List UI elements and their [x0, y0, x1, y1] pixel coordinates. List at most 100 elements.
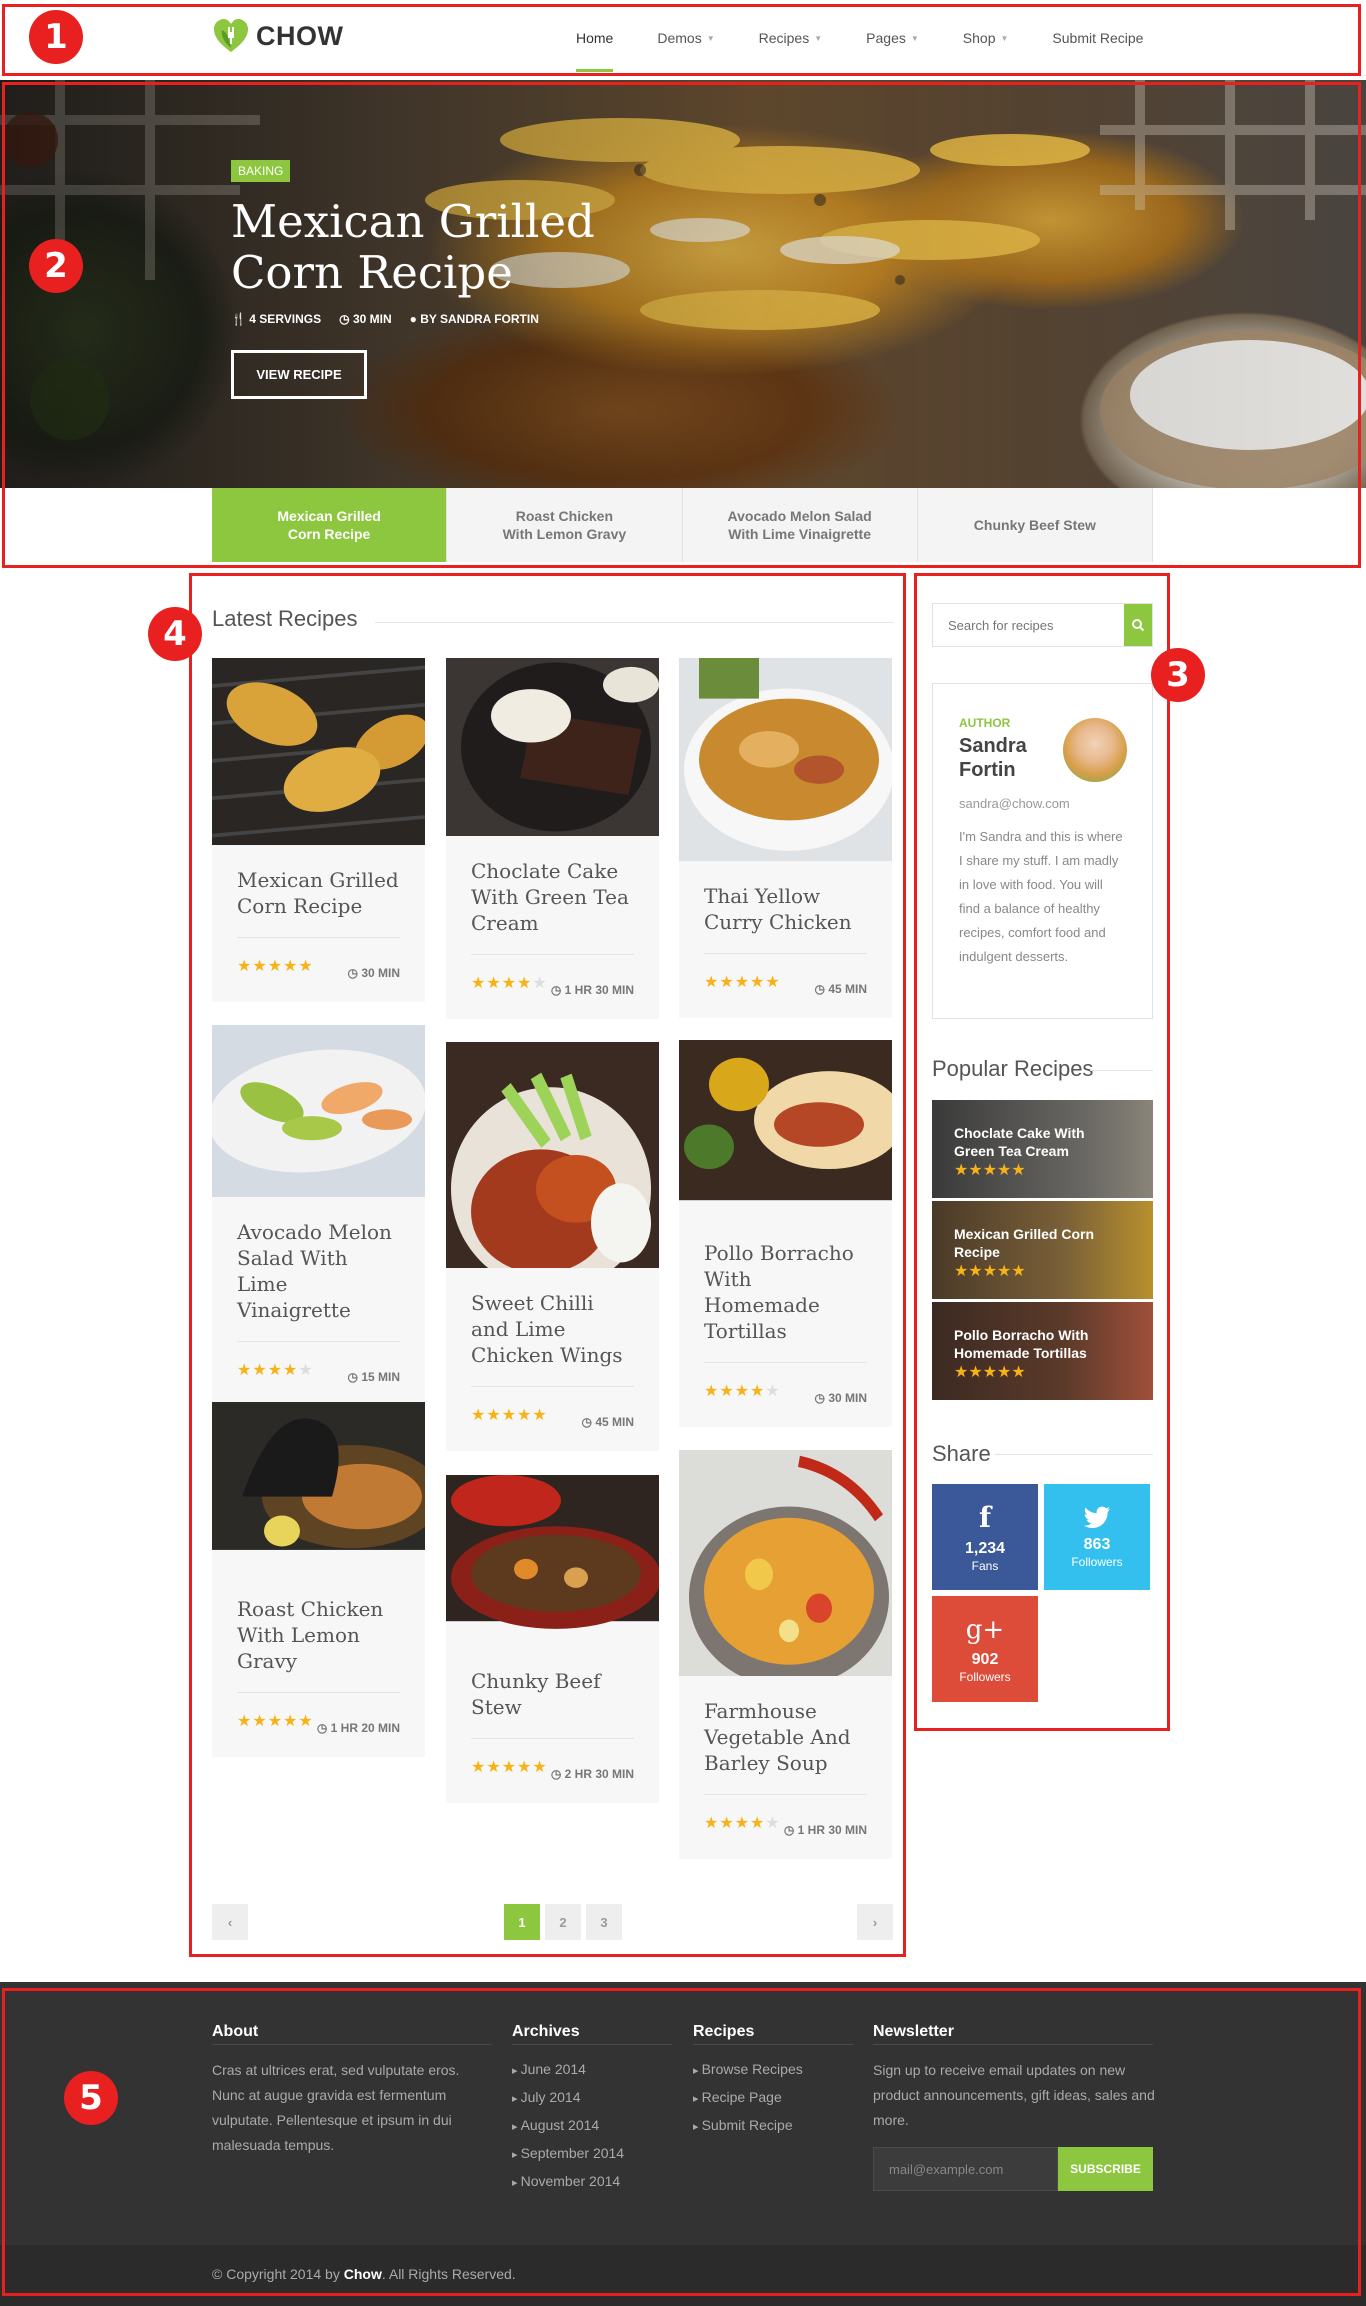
nav-pages[interactable]: Pages ▼ [844, 0, 941, 76]
facebook-share-button[interactable]: f 1,234 Fans [932, 1484, 1038, 1590]
recipe-image[interactable] [446, 1042, 659, 1268]
title-divider [994, 1454, 1153, 1455]
popular-recipe-card[interactable]: Choclate Cake With Green Tea Cream ★★★★★ [932, 1100, 1153, 1198]
recipe-card[interactable]: Chunky Beef Stew ★★★★★ ◷ 2 HR 30 MIN [446, 1475, 659, 1803]
user-icon: ● [409, 312, 417, 326]
popular-recipe-card[interactable]: Mexican Grilled Corn Recipe ★★★★★ [932, 1201, 1153, 1299]
recipe-image[interactable] [212, 658, 425, 845]
recipe-title[interactable]: Thai Yellow Curry Chicken [704, 883, 867, 935]
nav-recipes[interactable]: Recipes ▼ [737, 0, 845, 76]
time-meta: ◷ 30 MIN [339, 312, 392, 326]
cook-time: ◷ 1 HR 30 MIN [551, 983, 634, 997]
recipe-card[interactable]: Sweet Chilli and Lime Chicken Wings ★★★★★… [446, 1042, 659, 1451]
slider-tab[interactable]: Chunky Beef Stew [917, 488, 1153, 562]
rating-stars: ★★★★★ [237, 1362, 314, 1379]
next-page-button[interactable]: › [857, 1904, 893, 1940]
popular-recipe-card[interactable]: Pollo Borracho With Homemade Tortillas ★… [932, 1302, 1153, 1400]
recipe-title[interactable]: Chunky Beef Stew [471, 1668, 634, 1720]
recipe-image[interactable] [446, 1475, 659, 1646]
author-name[interactable]: Sandra Fortin [959, 734, 1069, 782]
clock-icon: ◷ [339, 312, 350, 326]
archive-link[interactable]: August 2014 [512, 2112, 624, 2140]
google-plus-share-button[interactable]: g+ 902 Followers [932, 1596, 1038, 1702]
share-title: Share [932, 1441, 991, 1466]
subscribe-button[interactable]: SUBSCRIBE [1058, 2147, 1153, 2191]
recipe-image[interactable] [212, 1025, 425, 1197]
twitter-icon [1084, 1506, 1110, 1528]
hero-title[interactable]: Mexican Grilled Corn Recipe [231, 196, 651, 298]
slider-tab[interactable]: Avocado Melon Salad With Lime Vinaigrett… [682, 488, 918, 562]
footer-recipe-link[interactable]: Recipe Page [693, 2084, 803, 2112]
recipe-card[interactable]: Mexican Grilled Corn Recipe ★★★★★ ◷ 30 MIN [212, 658, 425, 1002]
twitter-share-button[interactable]: 863 Followers [1044, 1484, 1150, 1590]
facebook-icon: f [978, 1501, 992, 1534]
pagination: ‹ 1 2 3 › [212, 1904, 893, 1940]
recipe-image[interactable] [212, 1402, 425, 1574]
hero-category-tag[interactable]: BAKING [231, 160, 291, 182]
recipe-title[interactable]: Mexican Grilled Corn Recipe [237, 867, 400, 919]
archive-link[interactable]: September 2014 [512, 2140, 625, 2168]
clock-icon: ◷ [814, 982, 825, 996]
cook-time: ◷ 30 MIN [814, 1391, 867, 1405]
recipe-card-footer: ★★★★★ ◷ 15 MIN [237, 1341, 400, 1384]
recipe-card-body: Chunky Beef Stew ★★★★★ ◷ 2 HR 30 MIN [446, 1646, 659, 1803]
page-2-button[interactable]: 2 [545, 1904, 581, 1940]
search-button[interactable] [1124, 604, 1152, 646]
nav-submit-recipe[interactable]: Submit Recipe [1030, 0, 1165, 76]
page-1-button[interactable]: 1 [504, 1904, 540, 1940]
archive-link[interactable]: June 2014 [512, 2056, 624, 2084]
nav-home[interactable]: Home [554, 0, 635, 76]
recipe-title[interactable]: Avocado Melon Salad With Lime Vinaigrett… [237, 1219, 400, 1323]
footer-recipe-link[interactable]: Browse Recipes [693, 2056, 803, 2084]
author-email[interactable]: sandra@chow.com [959, 796, 1126, 811]
footer-recipes-title: Recipes [693, 2023, 755, 2040]
recipe-image[interactable] [679, 1450, 892, 1676]
recipe-card-footer: ★★★★★ ◷ 1 HR 30 MIN [471, 954, 634, 997]
share-label: Fans [971, 1559, 999, 1573]
search-input[interactable] [933, 604, 1124, 646]
recipe-card[interactable]: Choclate Cake With Green Tea Cream ★★★★★ ◷… [446, 658, 659, 1019]
recipe-title[interactable]: Pollo Borracho With Homemade Tortillas [704, 1240, 867, 1344]
nav-submit-label: Submit Recipe [1052, 30, 1144, 46]
newsletter-email-input[interactable]: mail@example.com [873, 2147, 1058, 2191]
footer-about-text: Cras at ultrices erat, sed vulputate ero… [212, 2062, 460, 2153]
popular-recipes-title: Popular Recipes [932, 1056, 1094, 1081]
nav-shop-label: Shop [962, 30, 996, 46]
author-text: BY SANDRA FORTIN [420, 312, 539, 326]
footer-newsletter-title: Newsletter [873, 2023, 954, 2040]
rating-stars: ★★★★★ [471, 975, 548, 992]
recipe-card[interactable]: Roast Chicken With Lemon Gravy ★★★★★ ◷ 1 H… [212, 1402, 425, 1757]
recipe-card[interactable]: Thai Yellow Curry Chicken ★★★★★ ◷ 45 MIN [679, 658, 892, 1018]
annotation-badge: 4 [148, 607, 202, 661]
clock-icon: ◷ [550, 983, 562, 997]
copyright-brand[interactable]: Chow [344, 2266, 382, 2282]
recipe-card-footer: ★★★★★ ◷ 45 MIN [704, 953, 867, 996]
recipe-image[interactable] [679, 658, 892, 861]
nav-shop[interactable]: Shop ▼ [941, 0, 1031, 76]
slider-tab[interactable]: Mexican Grilled Corn Recipe [212, 488, 448, 562]
view-recipe-button[interactable]: VIEW RECIPE [231, 350, 367, 399]
recipe-card[interactable]: Farmhouse Vegetable And Barley Soup ★★★★★… [679, 1450, 892, 1859]
site-logo[interactable]: CHOW [212, 18, 343, 54]
cook-time-text: 45 MIN [828, 982, 867, 996]
footer-recipe-link[interactable]: Submit Recipe [693, 2112, 803, 2140]
archive-link[interactable]: November 2014 [512, 2168, 624, 2196]
recipe-title[interactable]: Sweet Chilli and Lime Chicken Wings [471, 1290, 634, 1368]
recipe-title[interactable]: Roast Chicken With Lemon Gravy [237, 1596, 400, 1674]
recipe-card[interactable]: Avocado Melon Salad With Lime Vinaigrett… [212, 1025, 425, 1406]
cook-time-text: 15 MIN [361, 1370, 400, 1384]
caret-down-icon: ▼ [814, 33, 823, 43]
slider-tab[interactable]: Roast Chicken With Lemon Gravy [447, 488, 683, 562]
avatar[interactable] [1063, 718, 1127, 782]
recipe-title[interactable]: Choclate Cake With Green Tea Cream [471, 858, 634, 936]
recipe-title[interactable]: Farmhouse Vegetable And Barley Soup [704, 1698, 867, 1776]
archive-link[interactable]: July 2014 [512, 2084, 624, 2112]
page-3-button[interactable]: 3 [586, 1904, 622, 1940]
recipe-card[interactable]: Pollo Borracho With Homemade Tortillas ★★… [679, 1040, 892, 1427]
title-divider [1090, 1070, 1153, 1071]
recipe-image[interactable] [446, 658, 659, 836]
nav-demos[interactable]: Demos ▼ [635, 0, 736, 76]
recipe-image[interactable] [679, 1040, 892, 1218]
search-icon [1132, 619, 1145, 632]
prev-page-button[interactable]: ‹ [212, 1904, 248, 1940]
